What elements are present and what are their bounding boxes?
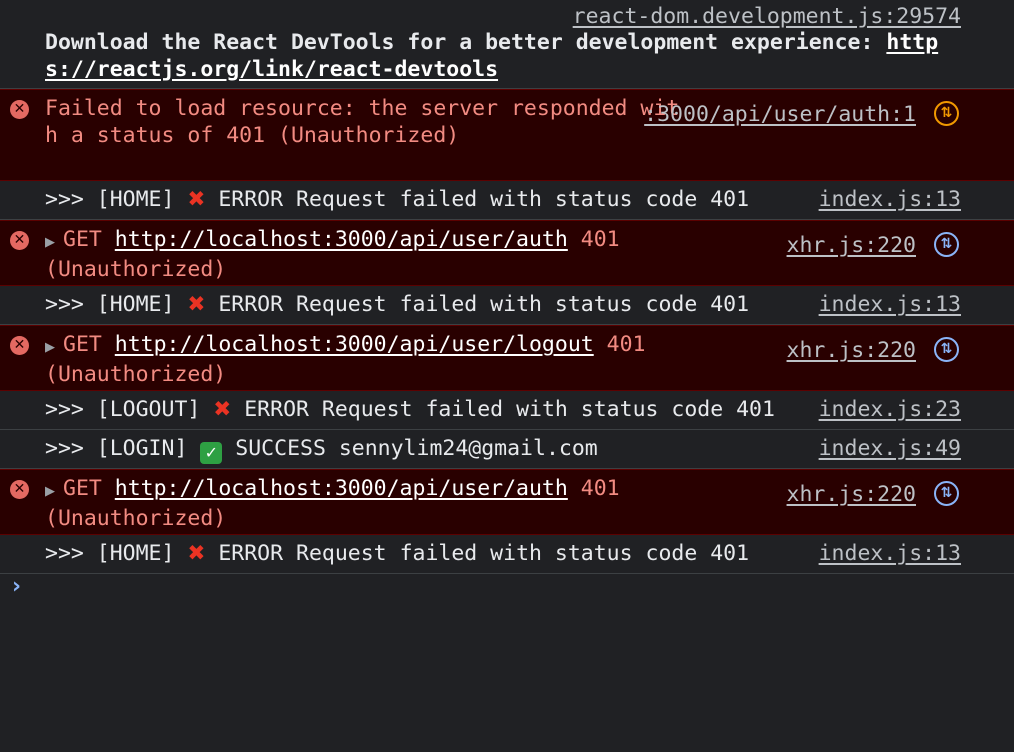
error-icon: ✕ (10, 336, 29, 355)
log-prefix: >>> [HOME] (45, 541, 188, 566)
request-status: 401 (567, 476, 620, 501)
source-link[interactable]: index.js:49 (819, 436, 961, 461)
request-status: 401 (567, 227, 620, 252)
console-error-get-logout: ✕ ▶ GET http://localhost:3000/api/user/lo… (0, 325, 1014, 391)
log-prefix: >>> [LOGOUT] (45, 397, 214, 422)
expand-triangle-icon[interactable]: ▶ (45, 479, 63, 506)
network-request-icon[interactable]: ⇅ (934, 337, 959, 362)
log-text: ERROR Request failed with status code 40… (231, 397, 775, 422)
error-icon: ✕ (10, 231, 29, 250)
source-link[interactable]: index.js:13 (819, 541, 961, 566)
console-prompt-icon[interactable]: › (12, 574, 21, 599)
check-mark-icon: ✓ (200, 442, 223, 464)
expand-triangle-icon[interactable]: ▶ (45, 230, 63, 257)
console-message-devtools: react-dom.development.js:29574 Download … (0, 0, 1014, 89)
request-method: GET (63, 227, 115, 252)
log-text: ERROR Request failed with status code 40… (205, 187, 750, 212)
console-log-home-error: >>> [HOME] ✖ ERROR Request failed with s… (0, 286, 1014, 325)
cross-mark-icon: ✖ (187, 292, 206, 317)
console-error-get-auth: ✕ ▶ GET http://localhost:3000/api/user/au… (0, 220, 1014, 286)
request-url[interactable]: http://localhost:3000/api/user/auth (115, 476, 568, 501)
request-url[interactable]: http://localhost:3000/api/user/logout (115, 332, 594, 357)
log-prefix: >>> [LOGIN] (45, 436, 201, 461)
source-link[interactable]: react-dom.development.js:29574 (573, 4, 961, 29)
error-icon: ✕ (10, 480, 29, 499)
source-link[interactable]: index.js:13 (819, 292, 961, 317)
console-log-logout-error: >>> [LOGOUT] ✖ ERROR Request failed with… (0, 391, 1014, 430)
network-request-icon[interactable]: ⇅ (934, 101, 959, 126)
console-log-login-success: >>> [LOGIN] ✓ SUCCESS sennylim24@gmail.c… (0, 430, 1014, 469)
log-text: SUCCESS sennylim24@gmail.com (222, 436, 598, 461)
console-error-resource: ✕ Failed to load resource: the server re… (0, 89, 1014, 181)
devtools-message: Download the React DevTools for a better… (45, 30, 887, 55)
status-text: (Unauthorized) (45, 256, 227, 282)
console-log-home-error: >>> [HOME] ✖ ERROR Request failed with s… (0, 181, 1014, 220)
status-text: (Unauthorized) (45, 505, 227, 531)
log-text: ERROR Request failed with status code 40… (205, 541, 750, 566)
request-status: 401 (593, 332, 646, 357)
source-link[interactable]: index.js:23 (819, 397, 961, 422)
log-prefix: >>> [HOME] (45, 187, 188, 212)
cross-mark-icon: ✖ (187, 187, 206, 212)
console-error-get-auth: ✕ ▶ GET http://localhost:3000/api/user/au… (0, 469, 1014, 535)
request-method: GET (63, 476, 115, 501)
request-url[interactable]: http://localhost:3000/api/user/auth (115, 227, 568, 252)
status-text: (Unauthorized) (45, 361, 227, 387)
console-log-home-error: >>> [HOME] ✖ ERROR Request failed with s… (0, 535, 1014, 574)
cross-mark-icon: ✖ (213, 397, 232, 422)
network-request-icon[interactable]: ⇅ (934, 232, 959, 257)
log-prefix: >>> [HOME] (45, 292, 188, 317)
source-link[interactable]: :3000/api/user/auth:1 (644, 102, 916, 127)
network-request-icon[interactable]: ⇅ (934, 481, 959, 506)
log-text: ERROR Request failed with status code 40… (205, 292, 750, 317)
source-link[interactable]: index.js:13 (819, 187, 961, 212)
error-message: Failed to load resource: the server resp… (45, 96, 680, 148)
source-link[interactable]: xhr.js:220 (787, 233, 916, 258)
source-link[interactable]: xhr.js:220 (787, 482, 916, 507)
request-method: GET (63, 332, 115, 357)
devtools-console: react-dom.development.js:29574 Download … (0, 0, 1014, 752)
expand-triangle-icon[interactable]: ▶ (45, 335, 63, 362)
error-icon: ✕ (10, 100, 29, 119)
cross-mark-icon: ✖ (187, 541, 206, 566)
source-link[interactable]: xhr.js:220 (787, 338, 916, 363)
